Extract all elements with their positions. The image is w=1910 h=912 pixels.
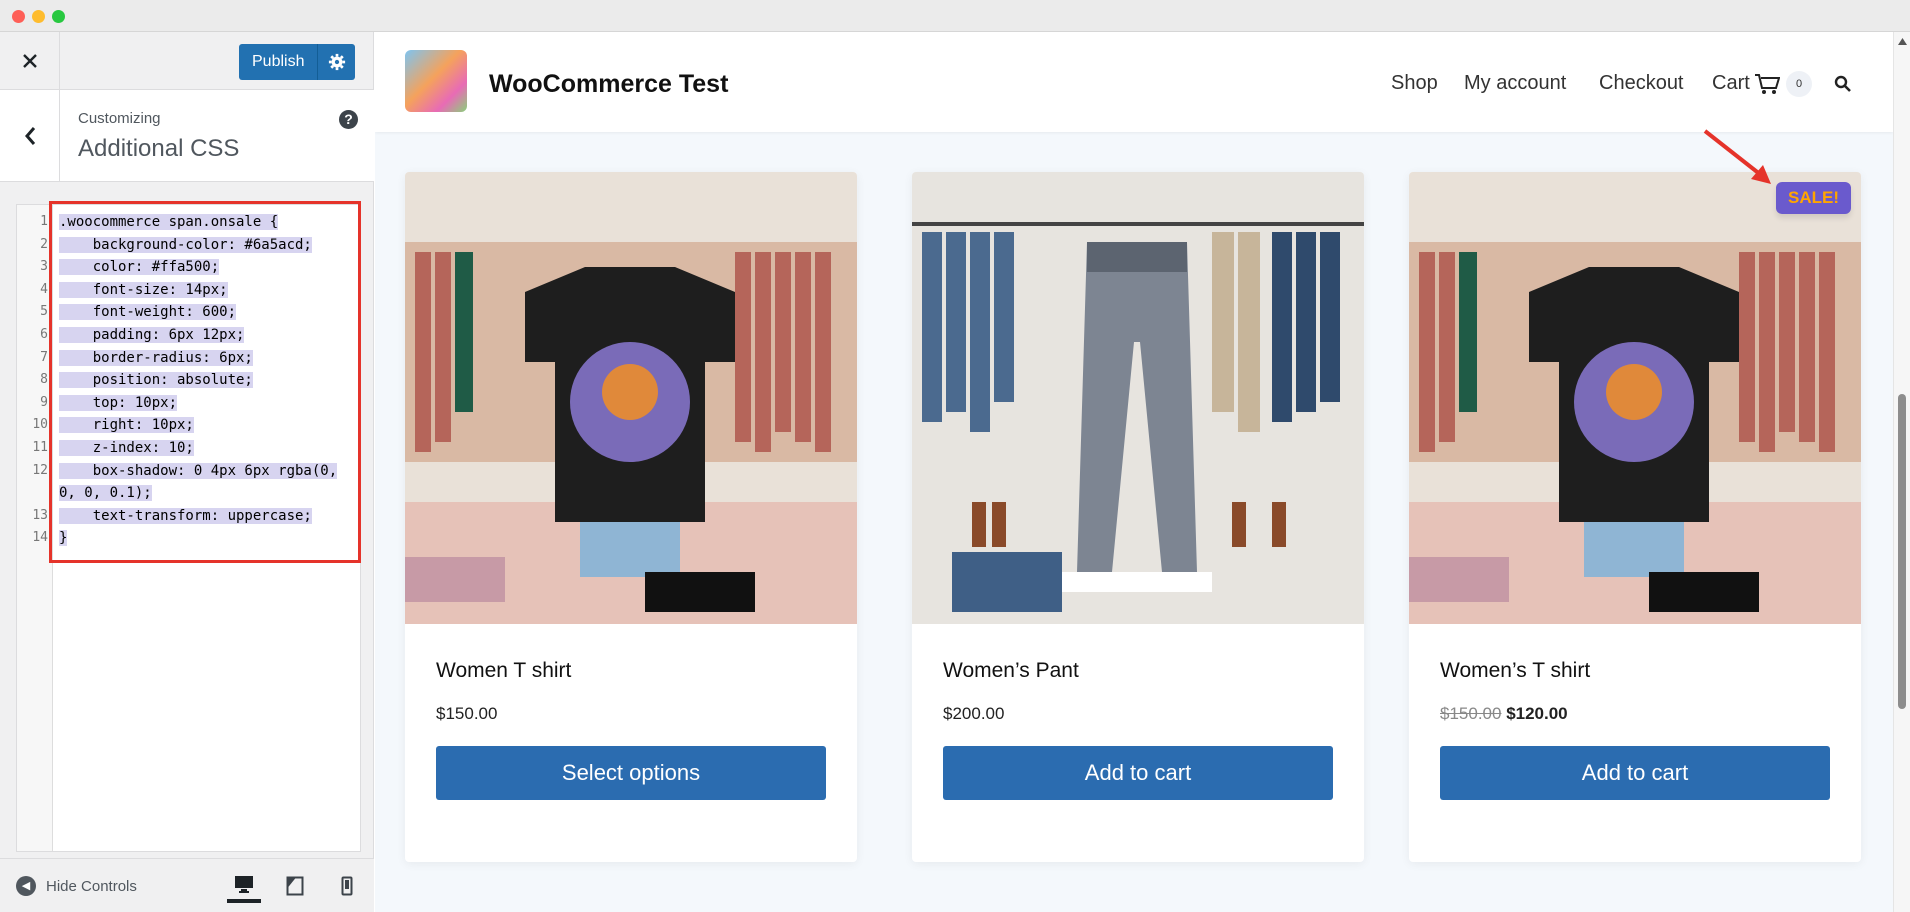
section-header: Customizing Additional CSS ?	[0, 90, 374, 182]
line-number: 11	[32, 440, 48, 455]
sale-badge: SALE!	[1776, 182, 1851, 214]
desktop-preview-button[interactable]	[227, 869, 261, 903]
tablet-preview-button[interactable]	[278, 869, 312, 903]
product-image[interactable]	[912, 172, 1364, 624]
hide-controls-button[interactable]: ◀ Hide Controls	[16, 876, 137, 896]
cart-count-badge: 0	[1786, 71, 1812, 97]
publish-button[interactable]: Publish	[239, 44, 355, 80]
line-number: 10	[32, 417, 48, 433]
line-number: 2	[40, 236, 48, 252]
publish-settings-button[interactable]	[318, 53, 355, 71]
site-logo[interactable]	[405, 50, 467, 112]
close-window-button[interactable]	[12, 10, 25, 23]
product-title[interactable]: Women T shirt	[436, 659, 571, 683]
code-highlight-box	[49, 201, 361, 563]
site-header: WooCommerce Test Shop My account Checkou…	[375, 32, 1893, 132]
product-card: SALE! Women’s T shirt $150.00 $120.00 Ad…	[1409, 172, 1861, 862]
add-to-cart-button[interactable]: Add to cart	[1440, 746, 1830, 800]
close-icon	[22, 54, 37, 68]
original-price: $150.00	[1440, 704, 1502, 723]
mobile-preview-button[interactable]	[330, 869, 364, 903]
mobile-icon	[341, 876, 353, 896]
line-number: 13	[32, 507, 48, 523]
close-customizer-button[interactable]	[0, 32, 60, 90]
scroll-up-icon[interactable]	[1898, 38, 1907, 45]
nav-checkout[interactable]: Checkout	[1599, 72, 1684, 95]
desktop-icon	[235, 876, 253, 893]
product-image[interactable]	[1409, 172, 1861, 624]
search-icon[interactable]	[1834, 75, 1852, 93]
maximize-window-button[interactable]	[52, 10, 65, 23]
product-price: $150.00	[436, 704, 498, 723]
site-title[interactable]: WooCommerce Test	[489, 70, 728, 99]
select-options-button[interactable]: Select options	[436, 746, 826, 800]
section-title: Additional CSS	[78, 135, 240, 162]
line-number: 14	[32, 530, 48, 546]
hide-controls-label: Hide Controls	[46, 877, 137, 895]
scrollbar-thumb[interactable]	[1898, 394, 1906, 709]
site-preview: WooCommerce Test Shop My account Checkou…	[375, 32, 1893, 912]
sale-price: $120.00	[1506, 704, 1568, 723]
browser-window: Publish Customizing Additional CSS ? 123…	[0, 0, 1910, 912]
line-number: 4	[40, 281, 48, 297]
line-number: 9	[40, 394, 48, 410]
line-number: 8	[40, 372, 48, 388]
line-number: 1	[40, 214, 48, 229]
cart-icon[interactable]	[1754, 73, 1780, 95]
collapse-icon: ◀	[16, 876, 36, 896]
line-number: 3	[40, 259, 48, 275]
product-card: Women T shirt $150.00 Select options	[405, 172, 857, 862]
page-scrollbar[interactable]	[1893, 32, 1910, 912]
product-price: $150.00 $120.00	[1440, 704, 1568, 724]
product-card: Women’s Pant $200.00 Add to cart	[912, 172, 1364, 862]
tablet-icon	[286, 876, 304, 896]
gear-icon	[328, 53, 345, 71]
minimize-window-button[interactable]	[32, 10, 45, 23]
nav-shop[interactable]: Shop	[1391, 72, 1438, 95]
line-number-gutter: 1 2 3 4 5 6 7 8 9 10 11 12 13 14	[17, 205, 53, 851]
chevron-left-icon	[24, 127, 35, 145]
line-number: 6	[40, 327, 48, 342]
nav-my-account[interactable]: My account	[1464, 72, 1566, 95]
add-to-cart-button[interactable]: Add to cart	[943, 746, 1333, 800]
back-button[interactable]	[0, 90, 60, 182]
line-number: 12	[32, 462, 48, 478]
customizer-footer: ◀ Hide Controls	[0, 858, 374, 912]
product-image[interactable]	[405, 172, 857, 624]
customizer-header: Publish	[0, 32, 374, 90]
product-title[interactable]: Women’s Pant	[943, 659, 1079, 683]
red-arrow-annotation	[1703, 129, 1771, 184]
nav-cart[interactable]: Cart	[1712, 72, 1750, 95]
line-number: 7	[40, 349, 48, 365]
product-price: $200.00	[943, 704, 1005, 723]
product-title[interactable]: Women’s T shirt	[1440, 659, 1590, 683]
title-bar	[0, 0, 1910, 32]
publish-label: Publish	[252, 53, 305, 70]
line-number: 5	[40, 304, 48, 320]
customizing-label: Customizing	[78, 110, 161, 127]
help-icon[interactable]: ?	[339, 110, 358, 129]
